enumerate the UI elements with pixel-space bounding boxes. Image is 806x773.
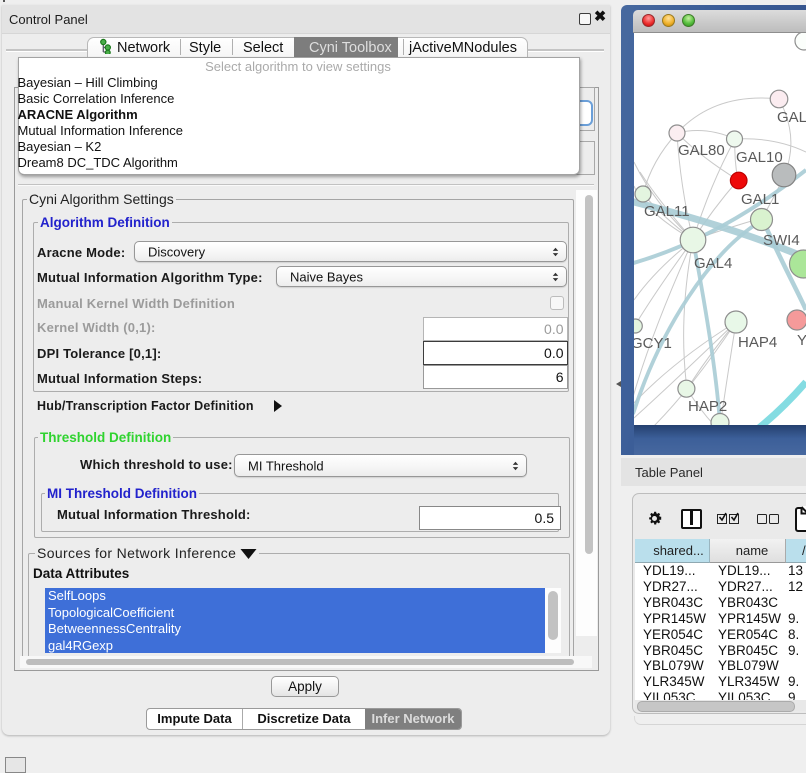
svg-text:HAP4: HAP4 xyxy=(738,334,777,351)
svg-text:GCY1: GCY1 xyxy=(634,335,672,352)
svg-text:SWI4: SWI4 xyxy=(763,232,800,249)
svg-text:GAL7: GAL7 xyxy=(777,109,806,126)
svg-text:GAL10: GAL10 xyxy=(736,149,783,166)
svg-text:GAL80: GAL80 xyxy=(678,142,725,159)
svg-text:GAL4: GAL4 xyxy=(694,255,732,272)
svg-text:GAL11: GAL11 xyxy=(644,203,690,220)
svg-text:HAP2: HAP2 xyxy=(688,398,727,415)
svg-text:Y: Y xyxy=(797,332,806,349)
svg-text:GAL1: GAL1 xyxy=(741,191,779,208)
